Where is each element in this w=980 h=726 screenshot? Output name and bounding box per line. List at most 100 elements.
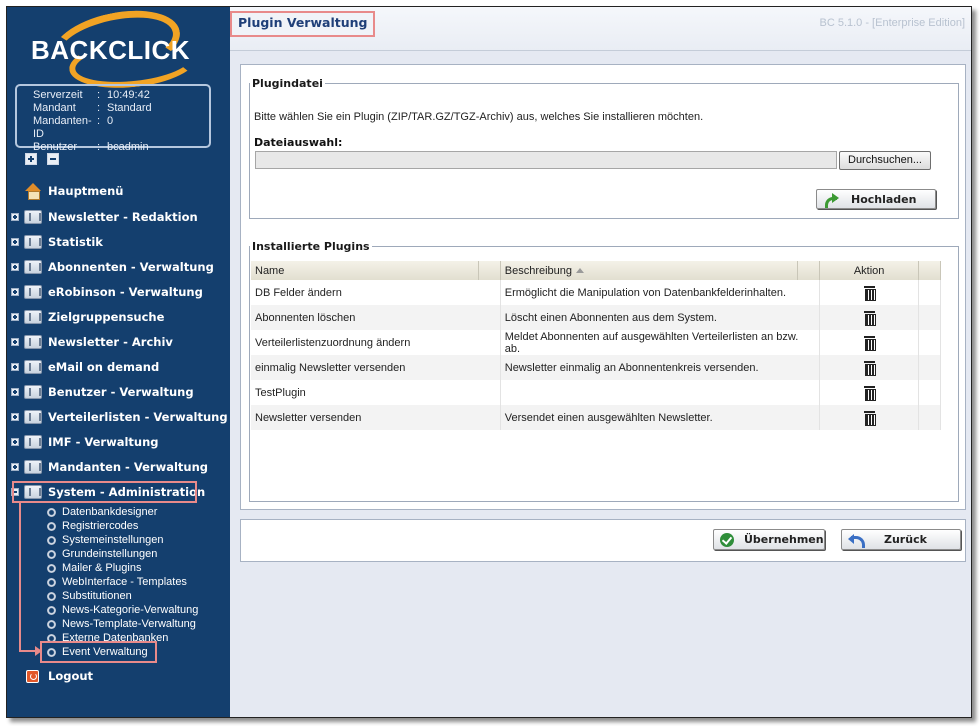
nav-item-verteilerlisten-verwaltung[interactable]: Verteilerlisten - Verwaltung — [7, 407, 230, 427]
sort-ascending-icon — [576, 267, 585, 273]
page-title: Plugin Verwaltung — [230, 11, 376, 37]
nav-item-erobinson-verwaltung[interactable]: eRobinson - Verwaltung — [7, 282, 230, 302]
subnav-grundeinstellungen[interactable]: Grundeinstellungen — [47, 547, 157, 561]
plugin-name: einmalig Newsletter versenden — [251, 355, 501, 380]
subnav-systemeinstellungen[interactable]: Systemeinstellungen — [47, 533, 164, 547]
nav-item-hauptmenue[interactable]: Hauptmenü — [7, 181, 230, 201]
expand-icon[interactable] — [11, 413, 19, 421]
nav-label: Statistik — [48, 235, 103, 249]
file-path-input[interactable] — [255, 151, 837, 169]
expand-icon[interactable] — [11, 263, 19, 271]
plugin-name: TestPlugin — [251, 380, 501, 405]
nav-label: Hauptmenü — [48, 184, 124, 198]
upload-instructions: Bitte wählen Sie ein Plugin (ZIP/TAR.GZ/… — [254, 111, 704, 123]
nav-item-zielgruppensuche[interactable]: Zielgruppensuche — [7, 307, 230, 327]
table-row: Verteilerlistenzuordnung ändern Meldet A… — [251, 330, 942, 355]
back-button[interactable]: Zurück — [841, 529, 961, 550]
trash-icon[interactable] — [863, 311, 876, 326]
nav-label: eMail on demand — [48, 360, 160, 374]
column-header-label: Beschreibung — [504, 264, 573, 277]
column-resize-handle[interactable] — [797, 261, 821, 280]
expand-icon[interactable] — [11, 438, 19, 446]
fieldset-legend: Installierte Plugins — [252, 240, 370, 253]
subnav-datenbankdesigner[interactable]: Datenbankdesigner — [47, 505, 157, 519]
column-resize-handle[interactable] — [918, 261, 942, 280]
trash-icon[interactable] — [863, 361, 876, 376]
plugin-description: Ermöglicht die Manipulation von Datenban… — [500, 280, 821, 305]
version-label: BC 5.1.0 - [Enterprise Edition] — [819, 17, 965, 29]
gear-icon — [47, 521, 56, 531]
column-resize-handle[interactable] — [478, 261, 501, 280]
power-icon — [26, 670, 39, 683]
gear-icon — [47, 605, 56, 615]
server-info-box: Serverzeit:10:49:42 Mandant: Standard Man… — [15, 84, 211, 153]
expand-icon[interactable] — [11, 288, 19, 296]
subnav-label: Grundeinstellungen — [62, 548, 158, 560]
expand-icon[interactable] — [11, 338, 19, 346]
nav-item-benutzer-verwaltung[interactable]: Benutzer - Verwaltung — [7, 382, 230, 402]
nav-item-newsletter-archiv[interactable]: Newsletter - Archiv — [7, 332, 230, 352]
collapse-all-icon[interactable] — [47, 153, 59, 165]
plugin-panel: Plugindatei Bitte wählen Sie ein Plugin … — [240, 64, 966, 510]
plugin-name: DB Felder ändern — [251, 280, 501, 305]
gear-icon — [47, 577, 56, 587]
trash-icon[interactable] — [863, 411, 876, 426]
action-panel: Übernehmen Zurück — [240, 519, 966, 562]
apply-button[interactable]: Übernehmen — [713, 529, 825, 550]
table-row: Abonnenten löschen Löscht einen Abonnent… — [251, 305, 942, 330]
nav-label: IMF - Verwaltung — [48, 435, 159, 449]
upload-button[interactable]: Hochladen — [816, 189, 936, 209]
subnav-label: News-Kategorie-Verwaltung — [62, 604, 199, 616]
gear-icon — [47, 563, 56, 573]
nav-item-mandanten-verwaltung[interactable]: Mandanten - Verwaltung — [7, 457, 230, 477]
subnav-news-template-verwaltung[interactable]: News-Template-Verwaltung — [47, 617, 196, 631]
subnav-news-kategorie-verwaltung[interactable]: News-Kategorie-Verwaltung — [47, 603, 198, 617]
nav-item-statistik[interactable]: Statistik — [7, 232, 230, 252]
column-header-beschreibung[interactable]: Beschreibung — [500, 261, 799, 280]
subnav-label: WebInterface - Templates — [62, 576, 187, 588]
table-header-row: Name Beschreibung Aktion — [251, 261, 942, 280]
expand-icon[interactable] — [11, 463, 19, 471]
expand-all-icon[interactable] — [25, 153, 37, 165]
apply-button-label: Übernehmen — [744, 533, 824, 546]
nav-item-abonnenten-verwaltung[interactable]: Abonnenten - Verwaltung — [7, 257, 230, 277]
column-header-aktion: Aktion — [819, 261, 919, 280]
folder-icon — [24, 435, 42, 449]
home-icon — [24, 183, 42, 200]
expand-icon[interactable] — [11, 238, 19, 246]
subnav-substitutionen[interactable]: Substitutionen — [47, 589, 132, 603]
subnav-registriercodes[interactable]: Registriercodes — [47, 519, 138, 533]
browse-button[interactable]: Durchsuchen... — [839, 151, 931, 170]
expand-icon[interactable] — [11, 388, 19, 396]
expand-icon[interactable] — [11, 313, 19, 321]
expand-icon[interactable] — [11, 213, 19, 221]
column-header-name[interactable]: Name — [251, 261, 479, 280]
action-cell — [819, 405, 919, 430]
folder-icon — [24, 385, 42, 399]
subnav-webinterface-templates[interactable]: WebInterface - Templates — [47, 575, 187, 589]
nav-item-newsletter-redaktion[interactable]: Newsletter - Redaktion — [7, 207, 230, 227]
trash-icon[interactable] — [863, 286, 876, 301]
nav-label: Benutzer - Verwaltung — [48, 385, 194, 399]
nav-label: Mandanten - Verwaltung — [48, 460, 209, 474]
plugin-description: Versendet einen ausgewählten Newsletter. — [500, 405, 821, 430]
folder-icon — [24, 210, 42, 224]
subnav-label: News-Template-Verwaltung — [62, 618, 196, 630]
folder-icon — [24, 335, 42, 349]
folder-icon — [24, 235, 42, 249]
plugin-name: Abonnenten löschen — [251, 305, 501, 330]
gear-icon — [47, 591, 56, 601]
info-row-mandant: Mandant: Standard — [33, 102, 152, 114]
nav-item-imf-verwaltung[interactable]: IMF - Verwaltung — [7, 432, 230, 452]
nav-item-logout[interactable]: Logout — [7, 666, 230, 686]
nav-label: Verteilerlisten - Verwaltung — [48, 410, 228, 424]
subnav-mailer-plugins[interactable]: Mailer & Plugins — [47, 561, 141, 575]
trash-icon[interactable] — [863, 386, 876, 401]
nav-item-email-on-demand[interactable]: eMail on demand — [7, 357, 230, 377]
trash-icon[interactable] — [863, 336, 876, 351]
info-row-mandanten-id: Mandanten-ID:0 — [33, 115, 114, 140]
folder-icon — [24, 310, 42, 324]
info-value: Standard — [107, 102, 152, 114]
info-row-benutzer: Benutzer: bcadmin — [33, 141, 149, 153]
expand-icon[interactable] — [11, 363, 19, 371]
